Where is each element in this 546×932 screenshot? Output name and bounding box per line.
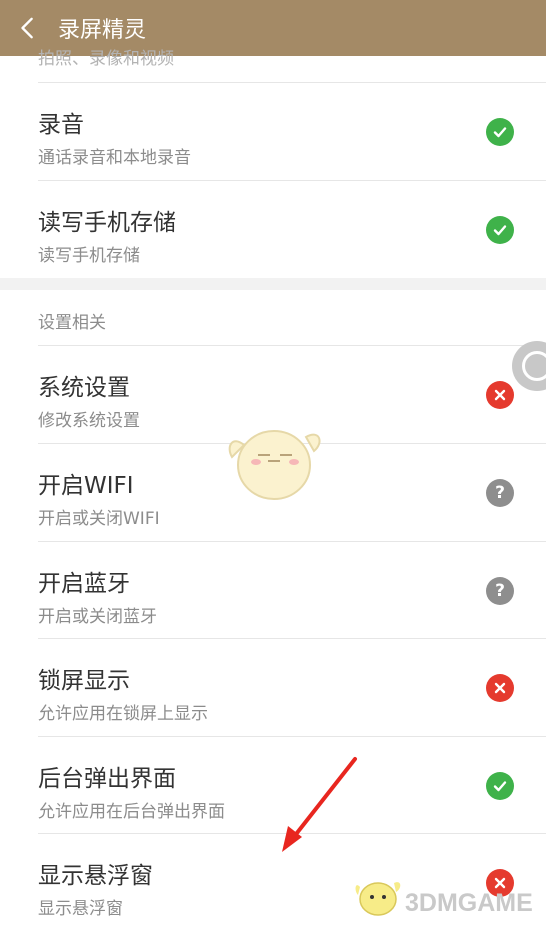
watermark-text: 3DMGAME	[405, 889, 533, 917]
watermark-mascot-icon	[355, 882, 401, 916]
red-arrow-annotation	[282, 757, 357, 852]
